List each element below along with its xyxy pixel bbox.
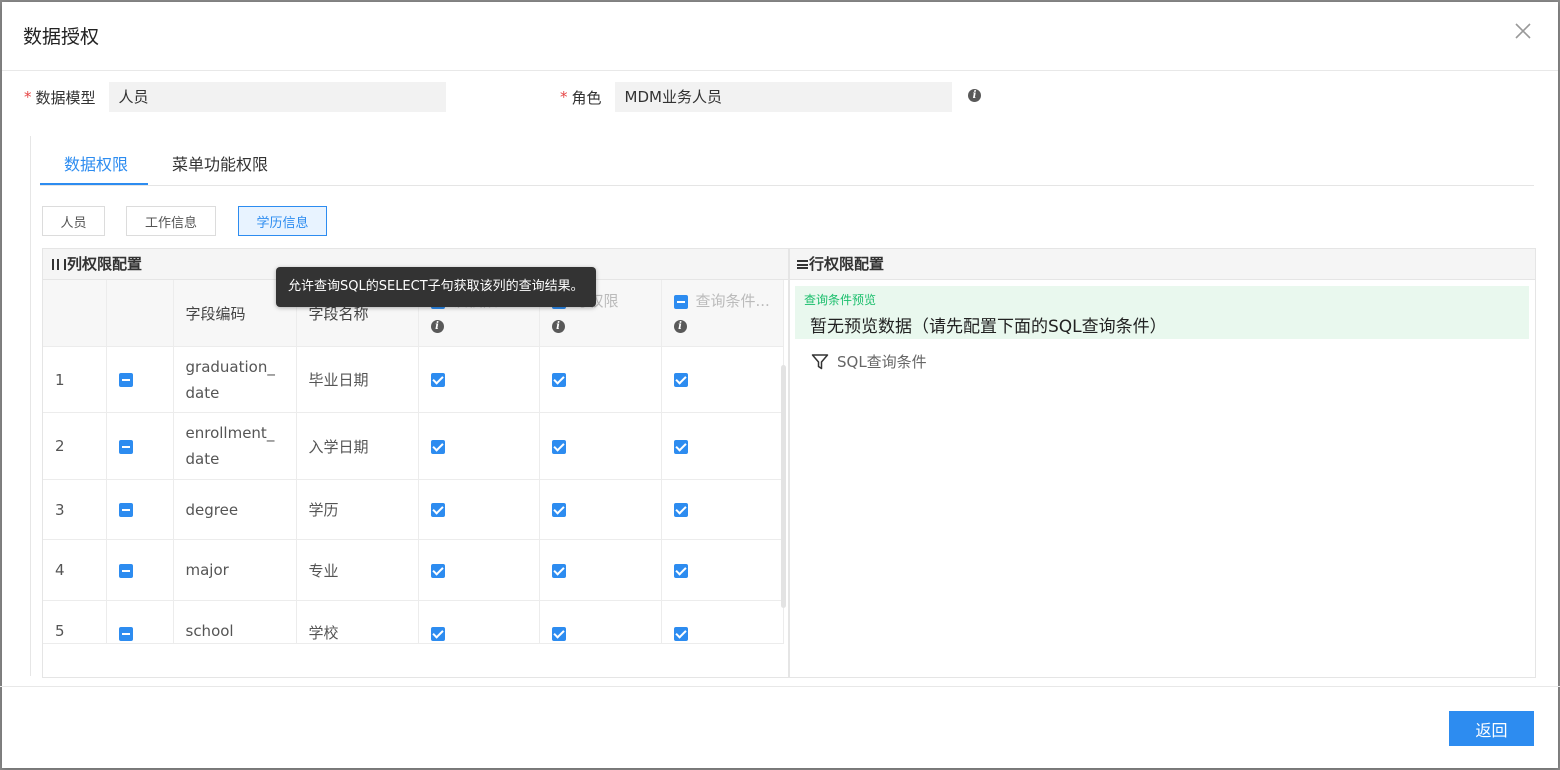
row-field-code: degree: [173, 479, 297, 540]
row-field-name: 入学日期: [296, 412, 419, 480]
footer-divider: [0, 686, 1560, 687]
table-scrollbar[interactable]: [781, 365, 786, 608]
column-icon: [52, 259, 66, 270]
list-icon: [797, 260, 808, 269]
data-model-input[interactable]: [108, 82, 446, 112]
read-checkbox[interactable]: [430, 626, 445, 641]
data-model-label: 数据模型: [35, 88, 96, 107]
row-field-name: 专业: [296, 539, 419, 601]
query-checkbox[interactable]: [673, 503, 688, 517]
row-checkbox[interactable]: [118, 439, 133, 454]
role-field: * 角色: [560, 82, 952, 112]
write-checkbox[interactable]: [551, 626, 566, 641]
sql-condition-label: SQL查询条件: [837, 353, 927, 371]
row-index: 5: [43, 600, 107, 644]
column-permission-table: 字段编码 字段名称 读权限 i 写权限 i 查询条件... i: [43, 280, 784, 644]
info-icon[interactable]: i: [673, 320, 687, 333]
table-row: 1 graduation_ date 毕业日期: [43, 346, 784, 413]
role-input[interactable]: [614, 82, 952, 112]
permission-tooltip: 允许查询SQL的SELECT子句获取该列的查询结果。: [276, 267, 596, 307]
info-icon[interactable]: i: [430, 320, 444, 333]
close-icon[interactable]: [1514, 22, 1532, 40]
header-select: [106, 280, 174, 347]
row-checkbox[interactable]: [118, 373, 133, 387]
subtab-person[interactable]: 人员: [42, 206, 105, 236]
row-index: 2: [43, 412, 107, 480]
row-index: 1: [43, 346, 107, 413]
info-icon[interactable]: i: [968, 89, 981, 102]
row-field-name: 学历: [296, 479, 419, 540]
read-checkbox[interactable]: [430, 563, 445, 578]
preview-label: 查询条件预览: [804, 293, 877, 307]
subtab-work-info[interactable]: 工作信息: [126, 206, 216, 236]
row-panel-title: 行权限配置: [809, 255, 885, 273]
header-checkbox[interactable]: [673, 294, 688, 309]
permission-tabs: 数据权限 菜单功能权限: [40, 140, 1534, 186]
content-divider: [30, 136, 31, 676]
read-checkbox[interactable]: [430, 503, 445, 517]
modal-title: 数据授权: [23, 26, 100, 48]
data-model-field: * 数据模型: [24, 82, 446, 112]
row-field-name: 学校: [296, 600, 419, 644]
required-mark: *: [24, 88, 32, 106]
read-checkbox[interactable]: [430, 373, 445, 387]
write-checkbox[interactable]: [551, 439, 566, 454]
role-label: 角色: [571, 88, 602, 107]
column-permission-panel: 列权限配置 字段编码 字段名称 读权限 i 写权限 i: [42, 248, 789, 678]
table-row: 2 enrollment_ date 入学日期: [43, 412, 784, 480]
tab-active-indicator: [40, 183, 148, 185]
row-checkbox[interactable]: [118, 563, 133, 578]
row-checkbox[interactable]: [118, 626, 133, 641]
row-field-code: major: [173, 539, 297, 601]
required-mark: *: [560, 88, 568, 106]
row-index: 4: [43, 539, 107, 601]
write-checkbox[interactable]: [551, 373, 566, 387]
write-checkbox[interactable]: [551, 503, 566, 517]
column-panel-title: 列权限配置: [67, 255, 143, 273]
table-row: 4 major 专业: [43, 539, 784, 601]
query-checkbox[interactable]: [673, 563, 688, 578]
row-field-code: school: [173, 600, 297, 644]
filter-icon: [811, 353, 829, 369]
query-checkbox[interactable]: [673, 439, 688, 454]
query-checkbox[interactable]: [673, 626, 688, 641]
row-field-code: enrollment_ date: [173, 412, 297, 480]
table-row: 3 degree 学历: [43, 479, 784, 540]
write-checkbox[interactable]: [551, 563, 566, 578]
row-panel-header: 行权限配置: [790, 249, 1535, 280]
back-button[interactable]: 返回: [1449, 711, 1534, 746]
subtab-education-info[interactable]: 学历信息: [238, 206, 327, 236]
query-checkbox[interactable]: [673, 373, 688, 387]
sql-condition-link[interactable]: SQL查询条件: [811, 351, 927, 372]
read-checkbox[interactable]: [430, 439, 445, 454]
row-index: 3: [43, 479, 107, 540]
info-icon[interactable]: i: [551, 320, 565, 333]
header-query-condition: 查询条件... i: [661, 280, 784, 347]
query-preview: 查询条件预览 暂无预览数据（请先配置下面的SQL查询条件）: [795, 286, 1529, 339]
row-field-code: graduation_ date: [173, 346, 297, 413]
tab-data-permission[interactable]: 数据权限: [64, 151, 128, 175]
row-field-name: 毕业日期: [296, 346, 419, 413]
header-index: [43, 280, 107, 347]
table-row: 5 school 学校: [43, 600, 784, 644]
preview-text: 暂无预览数据（请先配置下面的SQL查询条件）: [810, 317, 1167, 337]
modal-header: 数据授权: [2, 2, 1558, 71]
tab-menu-permission[interactable]: 菜单功能权限: [172, 151, 268, 175]
row-checkbox[interactable]: [118, 503, 133, 517]
